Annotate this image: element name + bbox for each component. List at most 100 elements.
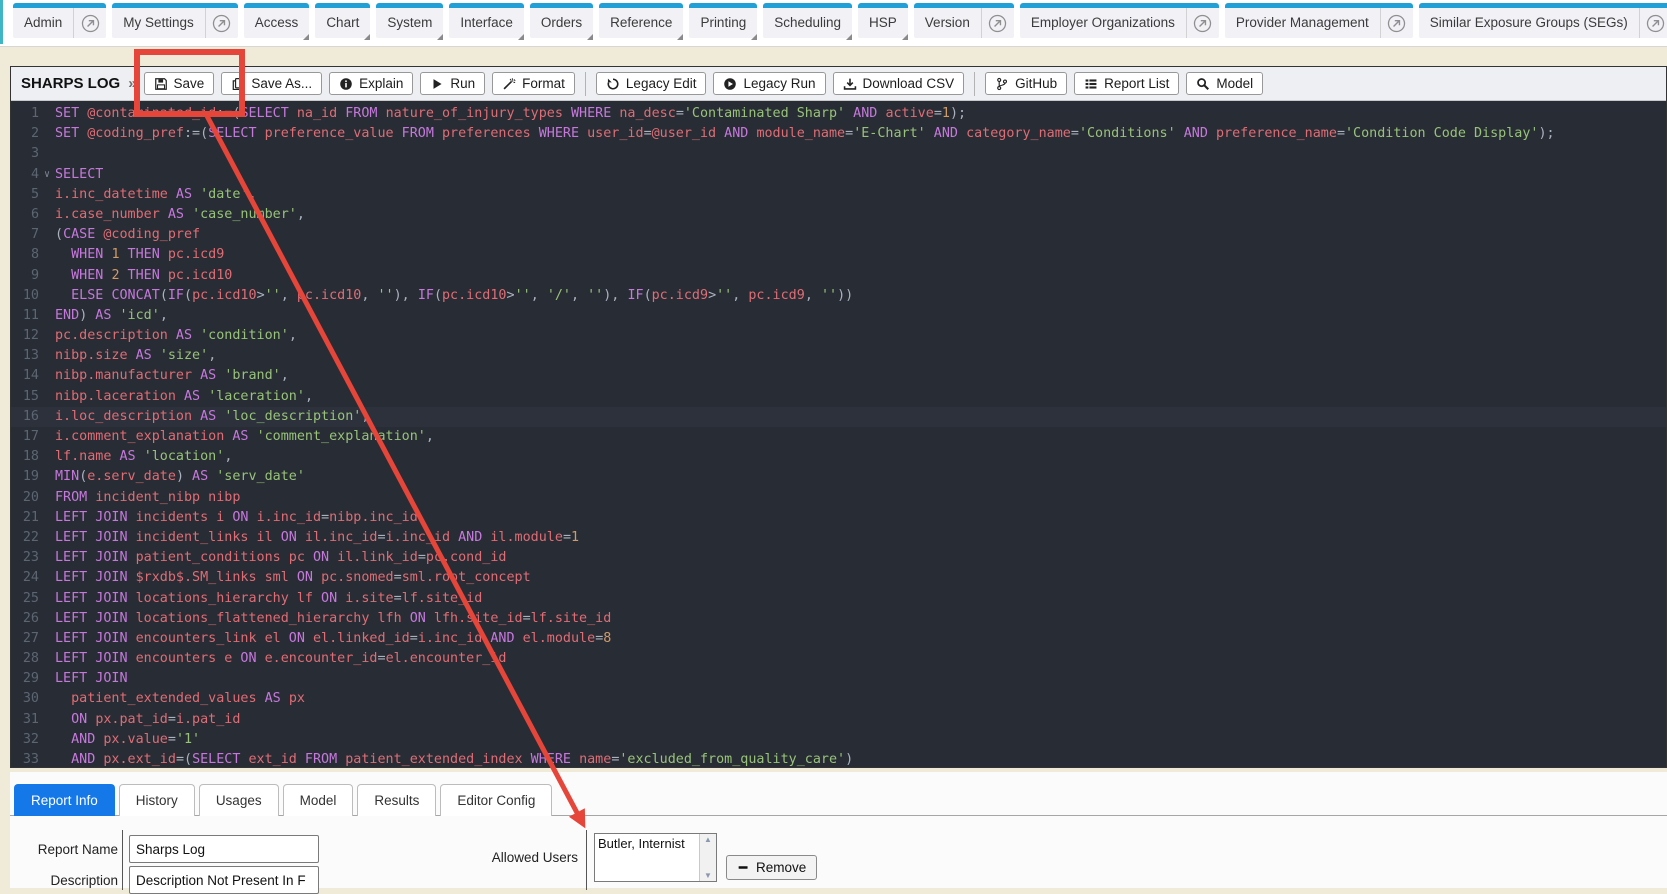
line-number: 20	[11, 488, 39, 508]
gutter-spacer	[39, 144, 55, 164]
tab-usages[interactable]: Usages	[199, 784, 279, 816]
nav-tab-label[interactable]: Employer Organizations	[1020, 8, 1186, 38]
line-number: 18	[11, 447, 39, 467]
play-circle-icon	[723, 77, 737, 91]
code-text: END) AS 'icd',	[55, 306, 168, 326]
button-label: Format	[522, 76, 565, 91]
git-branch-icon	[995, 77, 1009, 91]
remove-user-button[interactable]: Remove	[726, 855, 817, 880]
nav-tab-admin[interactable]: Admin	[13, 3, 106, 38]
code-line-1: 1SET @contaminated_id:=(SELECT na_id FRO…	[11, 104, 1666, 124]
legacy-run-button[interactable]: Legacy Run	[713, 72, 825, 95]
line-number: 22	[11, 528, 39, 548]
nav-tab-label[interactable]: Reference	[599, 8, 683, 38]
nav-tab-label[interactable]: Access	[244, 8, 310, 38]
github-button[interactable]: GitHub	[985, 72, 1067, 95]
allowed-users-listbox[interactable]: Butler, Internist ▲ ▼	[594, 833, 717, 882]
format-button[interactable]: Format	[492, 72, 575, 95]
nav-tab-label[interactable]: My Settings	[112, 8, 205, 38]
tab-model[interactable]: Model	[283, 784, 354, 816]
button-label: Run	[450, 76, 475, 91]
code-line-31: 31 ON px.pat_id=i.pat_id	[11, 710, 1666, 730]
breadcrumb-chevron[interactable]: »	[128, 75, 136, 92]
model-button[interactable]: Model	[1186, 72, 1263, 95]
code-line-23: 23LEFT JOIN patient_conditions pc ON il.…	[11, 548, 1666, 568]
nav-tab-system[interactable]: System	[376, 3, 443, 38]
nav-tab-my-settings[interactable]: My Settings	[112, 3, 238, 38]
nav-tab-printing[interactable]: Printing	[689, 3, 757, 38]
run-button[interactable]: Run	[420, 72, 485, 95]
line-number: 7	[11, 225, 39, 245]
open-new-window-icon[interactable]	[73, 8, 106, 38]
code-text: nibp.size AS 'size',	[55, 346, 216, 366]
nav-tab-orders[interactable]: Orders	[530, 3, 593, 38]
save-as-button[interactable]: Save As...	[221, 72, 322, 95]
tab-report-info[interactable]: Report Info	[14, 784, 115, 816]
nav-tab-chart[interactable]: Chart	[315, 3, 370, 38]
nav-tab-scheduling[interactable]: Scheduling	[763, 3, 852, 38]
nav-tab-label[interactable]: Orders	[530, 8, 593, 38]
tab-history[interactable]: History	[119, 784, 195, 816]
code-line-18: 18lf.name AS 'location',	[11, 447, 1666, 467]
nav-tab-reference[interactable]: Reference	[599, 3, 683, 38]
code-line-5: 5i.inc_datetime AS 'date',	[11, 185, 1666, 205]
nav-tab-access[interactable]: Access	[244, 3, 310, 38]
nav-tab-hsp[interactable]: HSP	[858, 3, 908, 38]
report-name-input[interactable]	[129, 835, 319, 863]
nav-tab-label[interactable]: Interface	[449, 8, 524, 38]
code-text: i.inc_datetime AS 'date',	[55, 185, 257, 205]
line-number: 29	[11, 669, 39, 689]
code-line-16: 16i.loc_description AS 'loc_description'…	[11, 407, 1666, 427]
nav-tab-label[interactable]: Admin	[13, 8, 73, 38]
sql-code-editor[interactable]: 1SET @contaminated_id:=(SELECT na_id FRO…	[11, 101, 1666, 767]
code-line-7: 7(CASE @coding_pref	[11, 225, 1666, 245]
breadcrumb[interactable]: SHARPS LOG »	[21, 75, 137, 92]
description-input[interactable]	[129, 866, 319, 894]
gutter-spacer	[39, 467, 55, 487]
report-list-button[interactable]: Report List	[1074, 72, 1179, 95]
gutter-spacer	[39, 710, 55, 730]
code-line-12: 12pc.description AS 'condition',	[11, 326, 1666, 346]
nav-tab-label[interactable]: Chart	[315, 8, 370, 38]
nav-tab-label[interactable]: Similar Exposure Groups (SEGs)	[1419, 8, 1639, 38]
code-line-29: 29LEFT JOIN	[11, 669, 1666, 689]
listbox-scrollbar[interactable]: ▲ ▼	[699, 834, 716, 881]
save-button[interactable]: Save	[144, 72, 215, 95]
legacy-edit-button[interactable]: Legacy Edit	[596, 72, 707, 95]
tab-editor-config[interactable]: Editor Config	[440, 784, 552, 816]
nav-tab-label[interactable]: HSP	[858, 8, 908, 38]
button-label: Explain	[359, 76, 403, 91]
nav-tab-similar-exposure-groups-segs[interactable]: Similar Exposure Groups (SEGs)	[1419, 3, 1667, 38]
gutter-spacer	[39, 306, 55, 326]
scroll-up-icon[interactable]: ▲	[704, 835, 712, 844]
allowed-user-option[interactable]: Butler, Internist	[595, 834, 699, 853]
open-new-window-icon[interactable]	[1639, 8, 1667, 38]
code-line-13: 13 nibp.size AS 'size',	[11, 346, 1666, 366]
nav-tab-label[interactable]: Provider Management	[1225, 8, 1380, 38]
line-number: 30	[11, 689, 39, 709]
nav-tab-label[interactable]: System	[376, 8, 443, 38]
code-text: LEFT JOIN encounters_link el ON el.linke…	[55, 629, 611, 649]
gutter-spacer	[39, 366, 55, 386]
open-new-window-icon[interactable]	[205, 8, 238, 38]
scroll-down-icon[interactable]: ▼	[704, 871, 712, 880]
open-new-window-icon[interactable]	[1380, 8, 1413, 38]
fold-arrow-icon[interactable]: ∨	[39, 165, 55, 185]
download-csv-button[interactable]: Download CSV	[833, 72, 965, 95]
line-number: 13	[11, 346, 39, 366]
open-new-window-icon[interactable]	[981, 8, 1014, 38]
nav-tab-version[interactable]: Version	[914, 3, 1014, 38]
tab-results[interactable]: Results	[357, 784, 436, 816]
nav-tab-label[interactable]: Version	[914, 8, 981, 38]
code-line-26: 26LEFT JOIN locations_flattened_hierarch…	[11, 609, 1666, 629]
nav-tab-employer-organizations[interactable]: Employer Organizations	[1020, 3, 1219, 38]
nav-tab-label[interactable]: Printing	[689, 8, 757, 38]
top-navigation-bar: Admin My Settings AccessChartSystemInterfa…	[0, 0, 1667, 47]
explain-button[interactable]: Explain	[329, 72, 413, 95]
nav-tab-interface[interactable]: Interface	[449, 3, 524, 38]
open-new-window-icon[interactable]	[1186, 8, 1219, 38]
report-title: SHARPS LOG	[21, 75, 120, 92]
nav-tab-label[interactable]: Scheduling	[763, 8, 852, 38]
nav-tab-provider-management[interactable]: Provider Management	[1225, 3, 1413, 38]
gutter-spacer	[39, 548, 55, 568]
